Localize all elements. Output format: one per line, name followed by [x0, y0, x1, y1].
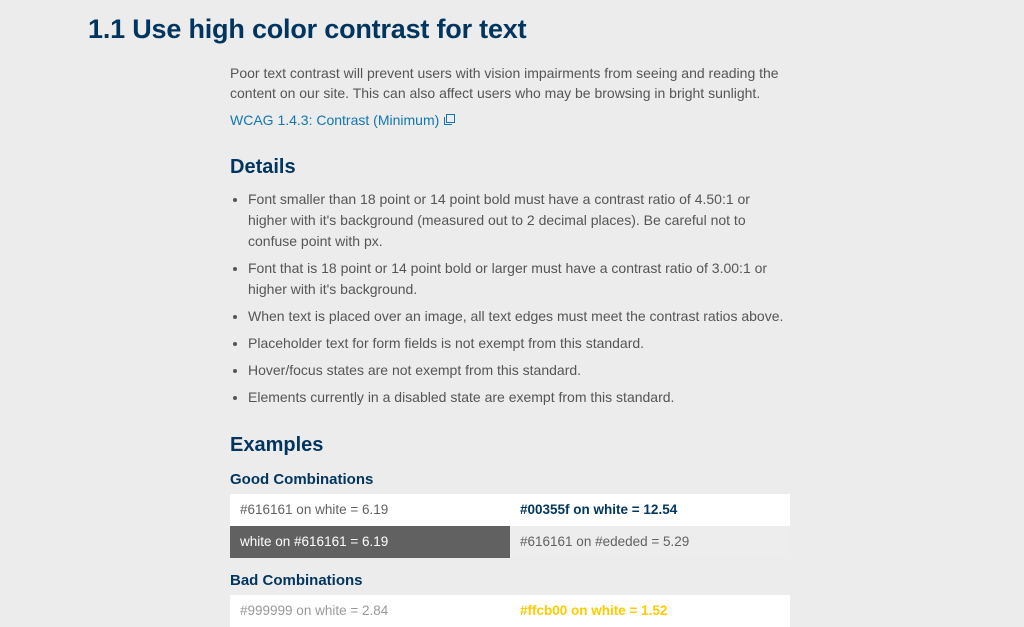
details-list: Font smaller than 18 point or 14 point b…	[230, 189, 790, 408]
wcag-link[interactable]: WCAG 1.4.3: Contrast (Minimum)	[230, 112, 455, 128]
list-item: Font that is 18 point or 14 point bold o…	[248, 258, 790, 300]
bad-combinations-heading: Bad Combinations	[230, 572, 790, 589]
combo-cell: #616161 on white = 6.19	[230, 494, 510, 526]
combo-cell: #616161 on #ededed = 5.29	[510, 526, 790, 558]
combo-cell: #ffcb00 on white = 1.52	[510, 595, 790, 627]
bad-combinations-table: #999999 on white = 2.84#ffcb00 on white …	[230, 595, 790, 627]
list-item: Elements currently in a disabled state a…	[248, 387, 790, 408]
combo-cell: #00355f on white = 12.54	[510, 494, 790, 526]
wcag-link-text: WCAG 1.4.3: Contrast (Minimum)	[230, 112, 439, 128]
list-item: When text is placed over an image, all t…	[248, 306, 790, 327]
page: 1.1 Use high color contrast for text Poo…	[0, 0, 1024, 627]
details-heading: Details	[230, 156, 790, 179]
intro-text: Poor text contrast will prevent users wi…	[230, 63, 790, 104]
combo-cell: #999999 on white = 2.84	[230, 595, 510, 627]
external-link-icon	[444, 114, 455, 125]
content: Poor text contrast will prevent users wi…	[230, 63, 790, 627]
list-item: Hover/focus states are not exempt from t…	[248, 360, 790, 381]
list-item: Placeholder text for form fields is not …	[248, 333, 790, 354]
examples-heading: Examples	[230, 434, 790, 457]
list-item: Font smaller than 18 point or 14 point b…	[248, 189, 790, 252]
combo-cell: white on #616161 = 6.19	[230, 526, 510, 558]
good-combinations-heading: Good Combinations	[230, 471, 790, 488]
page-title: 1.1 Use high color contrast for text	[88, 14, 1024, 45]
good-combinations-table: #616161 on white = 6.19#00355f on white …	[230, 494, 790, 558]
